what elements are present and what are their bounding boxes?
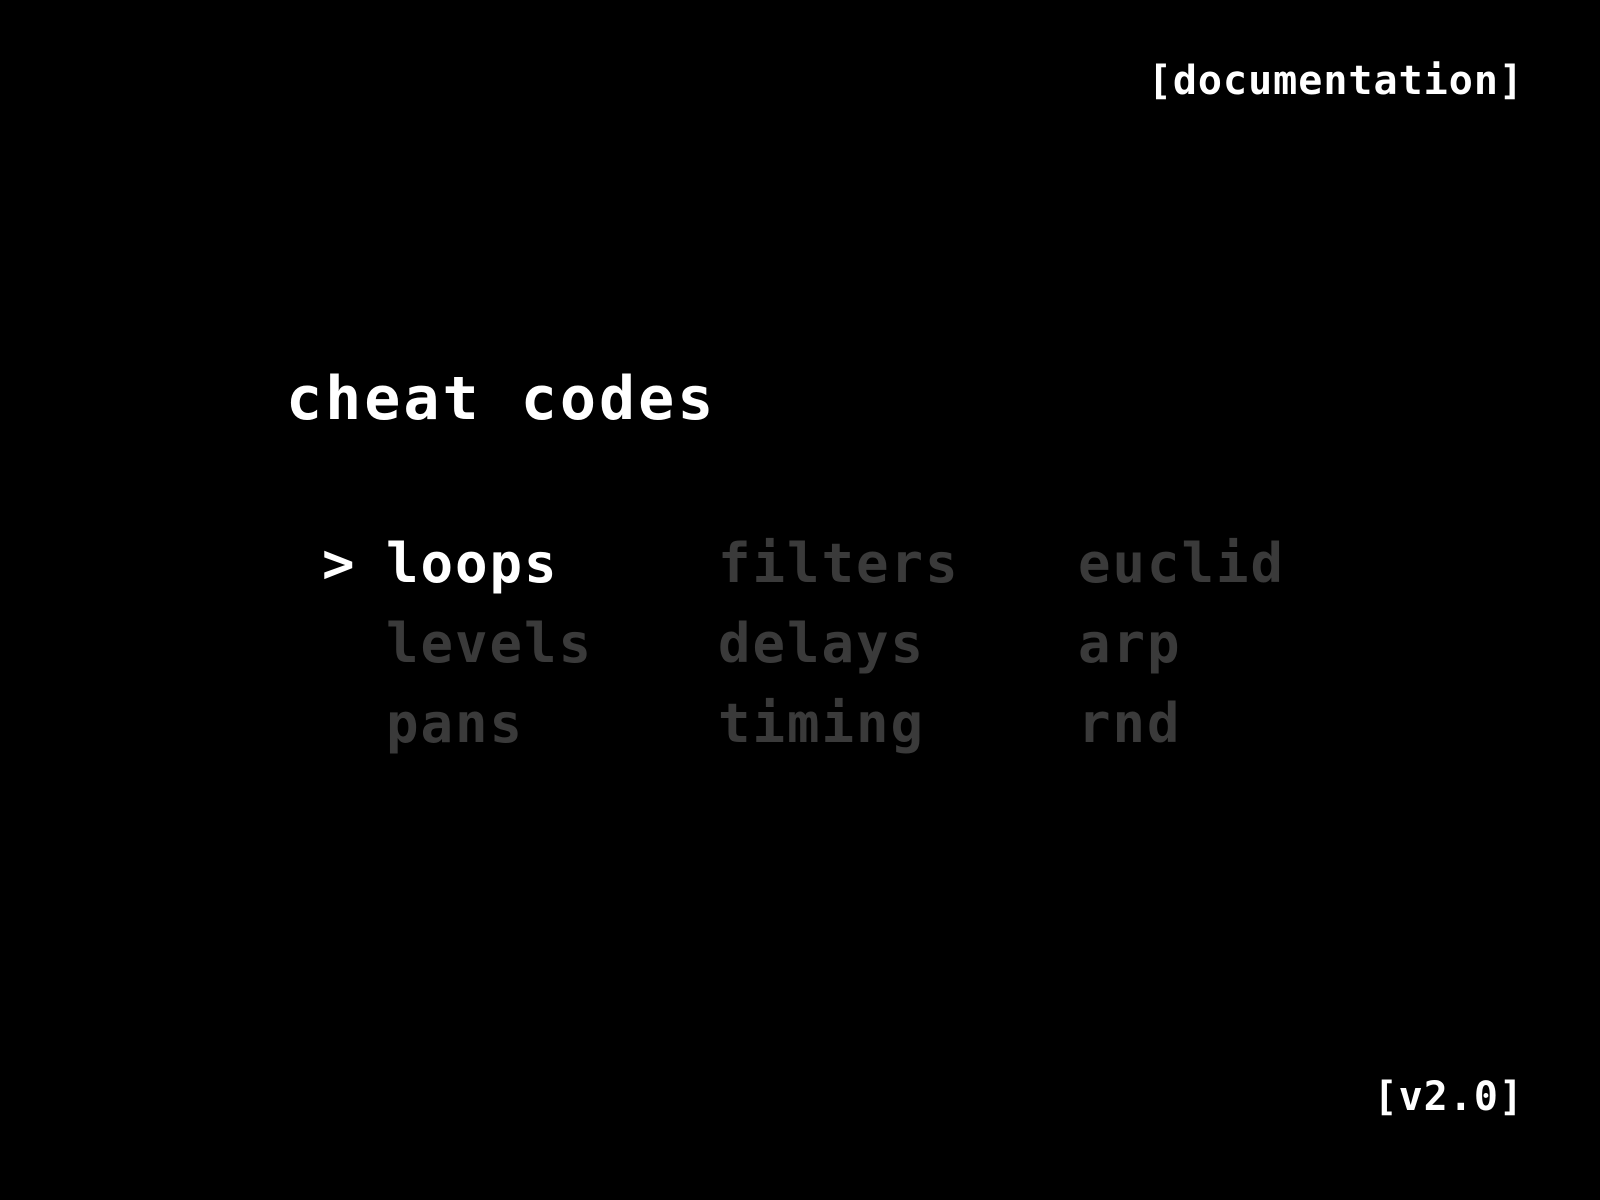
version-label: [v2.0] (1373, 1074, 1524, 1120)
documentation-link[interactable]: [documentation] (1148, 58, 1524, 104)
menu-item-label: euclid (1078, 532, 1286, 595)
menu-item-label: delays (718, 612, 926, 675)
menu-item-pans[interactable]: pans (322, 684, 524, 764)
app-screen: [documentation] cheat codes > loops level… (0, 0, 1600, 1200)
menu-item-timing[interactable]: timing (718, 684, 925, 764)
menu-item-euclid[interactable]: euclid (1078, 524, 1285, 604)
menu-item-label: timing (718, 692, 926, 755)
menu-item-label: loops (386, 532, 559, 595)
menu-item-delays[interactable]: delays (718, 604, 925, 684)
menu-item-arp[interactable]: arp (1078, 604, 1182, 684)
menu-item-label: levels (386, 612, 594, 675)
menu-item-label: filters (718, 532, 960, 595)
selection-cursor-icon: > (322, 532, 357, 595)
menu-item-filters[interactable]: filters (718, 524, 960, 604)
menu-item-label: pans (386, 692, 525, 755)
menu-item-rnd[interactable]: rnd (1078, 684, 1182, 764)
page-title: cheat codes (286, 364, 717, 434)
menu-item-label: rnd (1078, 692, 1182, 755)
menu-item-loops[interactable]: > loops (322, 524, 559, 604)
menu-item-label: arp (1078, 612, 1182, 675)
menu-item-levels[interactable]: levels (322, 604, 593, 684)
